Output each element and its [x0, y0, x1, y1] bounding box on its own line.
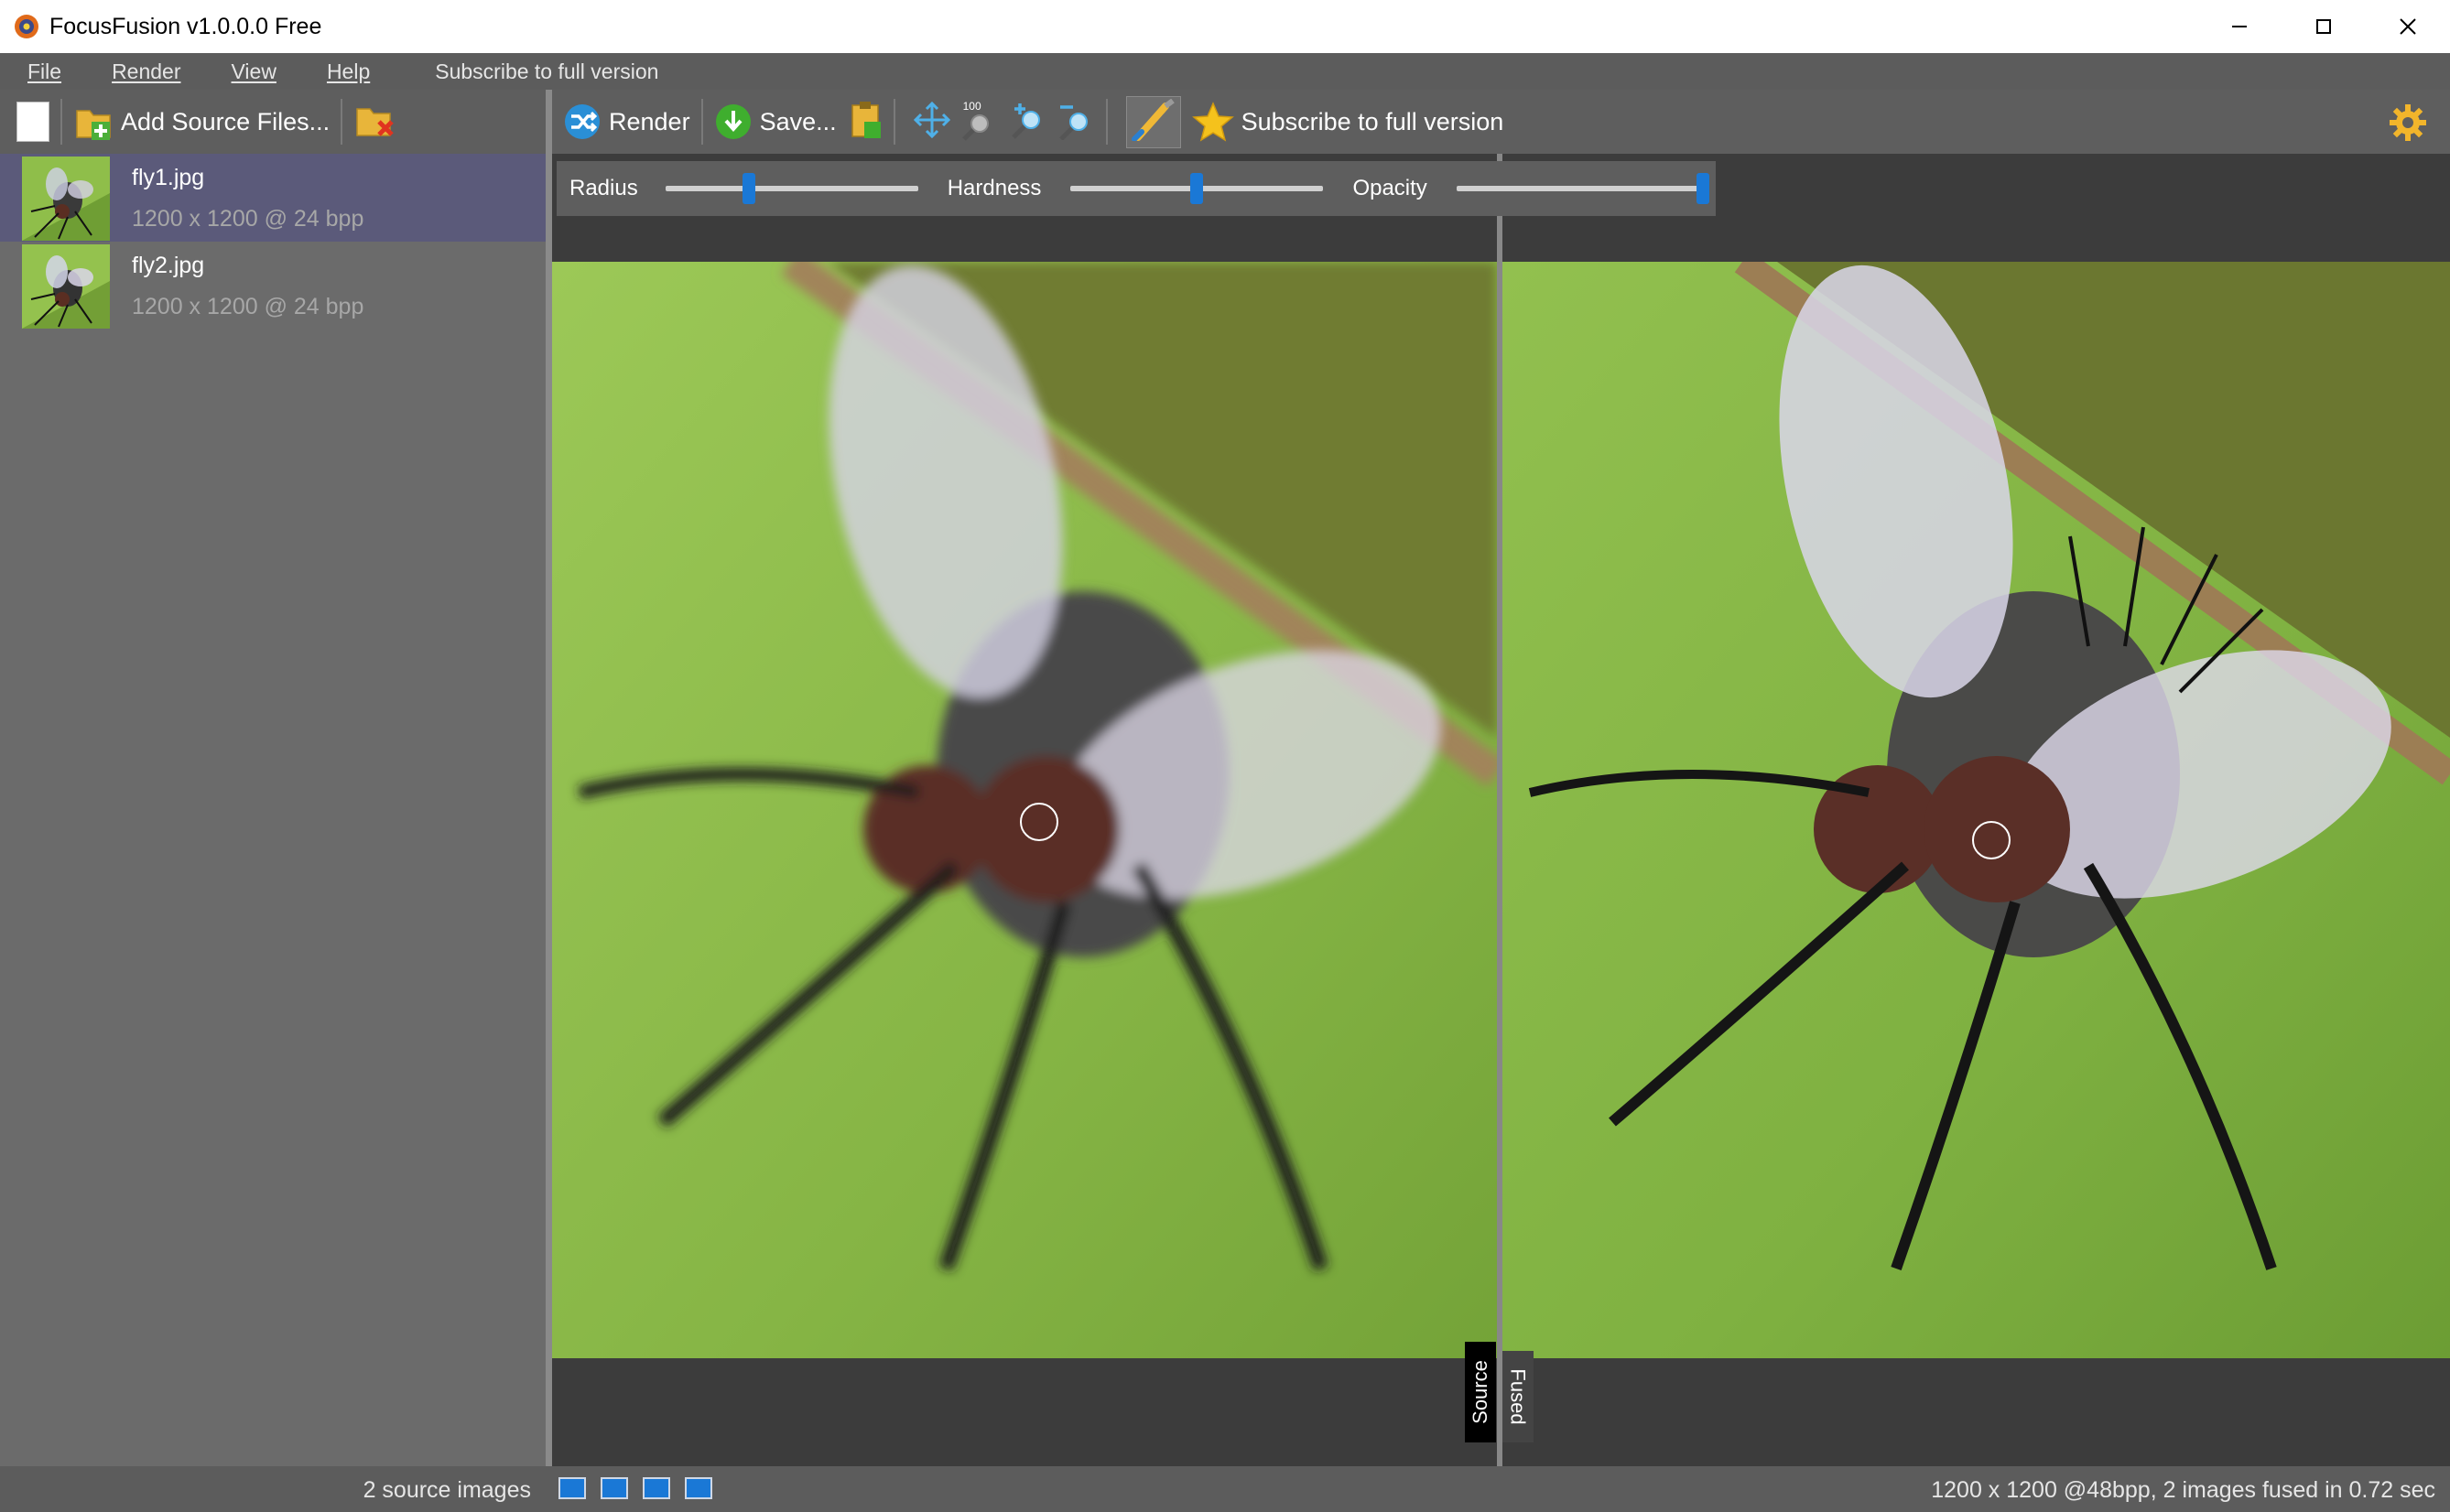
close-icon	[2400, 18, 2416, 35]
source-tab-label: Source	[1469, 1360, 1491, 1424]
magnifier-icon	[961, 114, 989, 141]
view-single-button[interactable]	[558, 1477, 586, 1499]
menu-subscribe-link[interactable]: Subscribe to full version	[435, 59, 658, 84]
minimize-button[interactable]	[2197, 0, 2282, 53]
source-image-pane[interactable]	[552, 262, 1497, 1358]
zoom-in-button[interactable]	[1007, 100, 1047, 145]
view-divider[interactable]	[1497, 154, 1502, 1466]
render-label: Render	[609, 107, 690, 135]
save-button[interactable]: Save...	[714, 103, 837, 141]
view-fused-only-button[interactable]	[685, 1477, 712, 1499]
window-title: FocusFusion v1.0.0.0 Free	[49, 13, 322, 39]
toolbar-separator	[700, 99, 703, 145]
hardness-slider-thumb[interactable]	[1190, 173, 1204, 204]
remove-folder-icon	[356, 107, 394, 136]
menu-file[interactable]: File	[0, 59, 61, 84]
fit-to-window-button[interactable]	[913, 101, 950, 143]
radius-slider[interactable]	[665, 173, 918, 204]
menu-render[interactable]: Render	[84, 59, 180, 84]
radius-label: Radius	[569, 176, 638, 200]
zoom-100-button[interactable]: 100	[959, 100, 1000, 142]
subscribe-label: Subscribe to full version	[1241, 107, 1504, 135]
new-project-button[interactable]	[16, 102, 49, 142]
copy-to-clipboard-button[interactable]	[850, 100, 883, 145]
opacity-slider[interactable]	[1456, 173, 1709, 204]
maximize-icon	[2316, 19, 2331, 34]
add-source-files-button[interactable]: Add Source Files...	[73, 102, 330, 142]
toolbar-separator	[893, 99, 895, 145]
opacity-label: Opacity	[1352, 176, 1427, 200]
close-button[interactable]	[2366, 0, 2450, 53]
title-bar: FocusFusion v1.0.0.0 Free	[0, 0, 2450, 53]
subscribe-button[interactable]: Subscribe to full version	[1191, 101, 1504, 143]
file-name: fly1.jpg	[132, 165, 205, 190]
file-thumbnail	[22, 244, 110, 329]
zoom-in-icon	[1011, 103, 1040, 139]
toolbar-separator	[341, 99, 343, 145]
radius-slider-thumb[interactable]	[742, 173, 755, 204]
star-icon	[1191, 102, 1234, 142]
opacity-slider-thumb[interactable]	[1696, 173, 1709, 204]
fit-arrows-icon	[913, 101, 950, 138]
file-dimensions: 1200 x 1200 @ 24 bpp	[132, 294, 364, 319]
panel-splitter[interactable]	[546, 90, 552, 1466]
brush-tool-button[interactable]	[1125, 95, 1181, 148]
brush-settings-panel: Radius Hardness Opacity	[557, 161, 1716, 216]
save-download-icon	[715, 104, 751, 139]
menu-view[interactable]: View	[204, 59, 276, 84]
save-label: Save...	[759, 107, 837, 135]
tab-source[interactable]: Source	[1465, 1342, 1496, 1442]
toolbar-separator	[60, 99, 62, 145]
zoom-out-button[interactable]	[1055, 100, 1095, 145]
source-count-status: 2 source images	[363, 1477, 531, 1503]
zoom-out-icon	[1058, 104, 1088, 141]
left-toolbar: Add Source Files...	[0, 90, 546, 155]
view-side-by-side-button[interactable]	[601, 1477, 628, 1499]
file-thumbnail	[22, 157, 110, 241]
add-source-files-label: Add Source Files...	[121, 107, 331, 135]
render-info-status: 1200 x 1200 @48bpp, 2 images fused in 0.…	[1931, 1477, 2435, 1503]
source-file-list: fly1.jpg 1200 x 1200 @ 24 bpp fly2.jpg 1…	[0, 154, 546, 1466]
toolbar-separator	[1105, 99, 1108, 145]
fused-image-pane[interactable]	[1502, 262, 2450, 1358]
settings-button[interactable]	[2388, 103, 2428, 147]
menu-bar: File Render View Help Subscribe to full …	[0, 53, 2450, 90]
file-name: fly2.jpg	[132, 253, 205, 278]
status-bar: 2 source images 1200 x 1200 @48bpp, 2 im…	[0, 1466, 2450, 1512]
list-item[interactable]: fly2.jpg 1200 x 1200 @ 24 bpp	[0, 242, 546, 329]
fused-tab-label: Fused	[1507, 1368, 1530, 1425]
file-dimensions: 1200 x 1200 @ 24 bpp	[132, 206, 364, 232]
render-button[interactable]: Render	[563, 103, 690, 141]
hardness-label: Hardness	[947, 176, 1042, 200]
maximize-button[interactable]	[2282, 0, 2366, 53]
tab-fused[interactable]: Fused	[1502, 1351, 1534, 1442]
brush-icon	[1131, 98, 1175, 142]
render-shuffle-icon	[565, 104, 600, 139]
gear-icon	[2390, 104, 2426, 141]
list-item[interactable]: fly1.jpg 1200 x 1200 @ 24 bpp	[0, 154, 546, 242]
menu-help[interactable]: Help	[299, 59, 370, 84]
main-toolbar: Render Save... 100 Subscribe to full ver…	[552, 90, 2450, 154]
app-logo-icon	[15, 15, 38, 38]
add-folder-icon	[76, 110, 111, 140]
clipboard-icon	[851, 101, 881, 138]
remove-files-button[interactable]	[353, 100, 399, 145]
hardness-slider[interactable]	[1070, 173, 1324, 204]
minimize-icon	[2232, 26, 2247, 27]
view-split-button[interactable]	[643, 1477, 670, 1499]
